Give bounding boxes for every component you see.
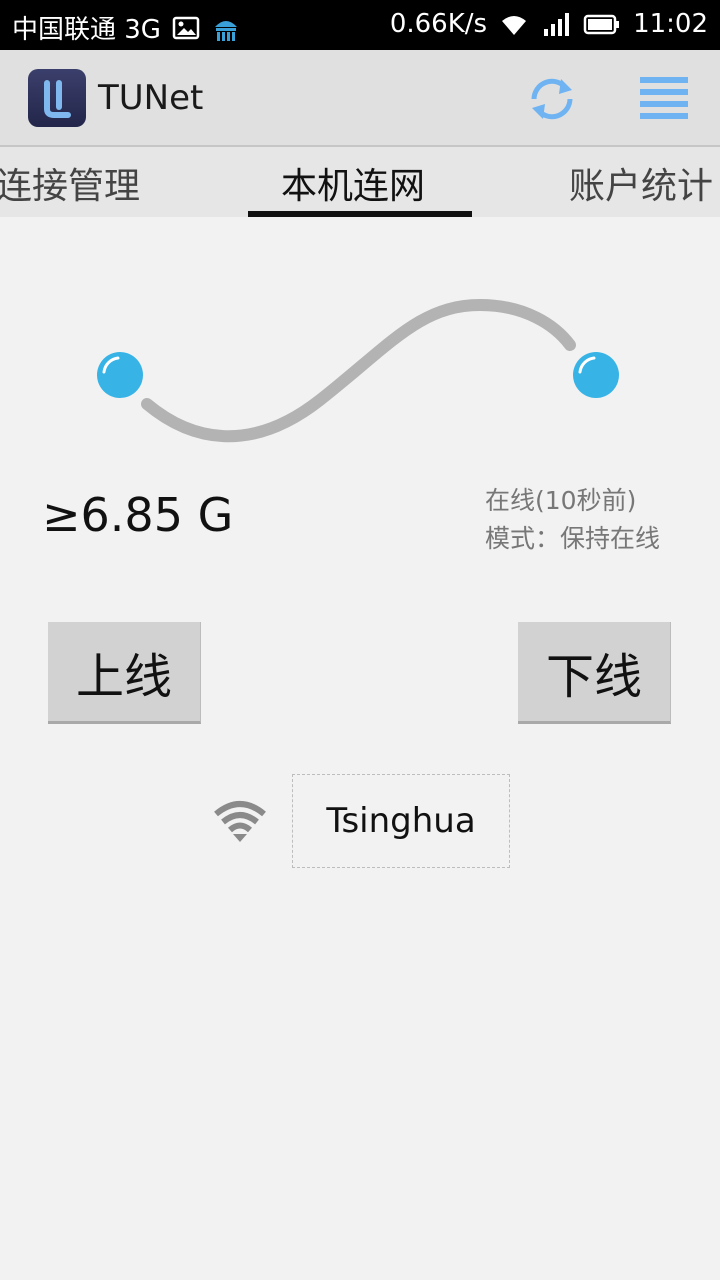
network-ssid-button[interactable]: Tsinghua: [292, 774, 510, 868]
signal-icon: [544, 13, 570, 36]
app-logo-icon: [28, 69, 86, 127]
tab-account-statistics[interactable]: 账户统计: [569, 157, 713, 209]
wifi-network-icon: [214, 801, 266, 842]
data-usage-value: ≥6.85 G: [42, 488, 234, 542]
gallery-icon: [172, 16, 200, 39]
online-status-line: 在线(10秒前): [485, 486, 637, 515]
connection-status: 在线(10秒前) 模式：保持在线: [485, 482, 660, 558]
active-tab-indicator: [248, 211, 472, 217]
carrier-label: 中国联通 3G: [12, 15, 161, 45]
status-bar-right: 0.66K/s 11:02: [390, 9, 708, 39]
mode-line: 模式：保持在线: [485, 524, 661, 553]
offline-button[interactable]: 下线: [518, 622, 671, 724]
local-node-icon: [97, 352, 143, 398]
app-title: TUNet: [98, 78, 204, 118]
refresh-icon[interactable]: [525, 74, 579, 124]
connection-graphic: [97, 298, 619, 443]
tab-local-network[interactable]: 本机连网: [281, 157, 425, 209]
network-speed: 0.66K/s: [389, 9, 488, 39]
status-bar-left: 中国联通 3G: [12, 9, 241, 46]
clock: 11:02: [633, 9, 708, 39]
wifi-icon: [502, 16, 527, 35]
menu-icon[interactable]: [638, 75, 690, 121]
online-button[interactable]: 上线: [48, 622, 201, 724]
app-notification-icon: [214, 20, 237, 41]
tab-connection-management[interactable]: 连接管理: [0, 157, 140, 209]
battery-icon: [583, 14, 620, 35]
status-bar: 中国联通 3G 0.66K/s 11:02: [0, 0, 720, 50]
remote-node-icon: [573, 352, 619, 398]
action-bar: TUNet: [0, 50, 720, 147]
tab-bar: 连接管理 本机连网 账户统计: [0, 147, 720, 217]
